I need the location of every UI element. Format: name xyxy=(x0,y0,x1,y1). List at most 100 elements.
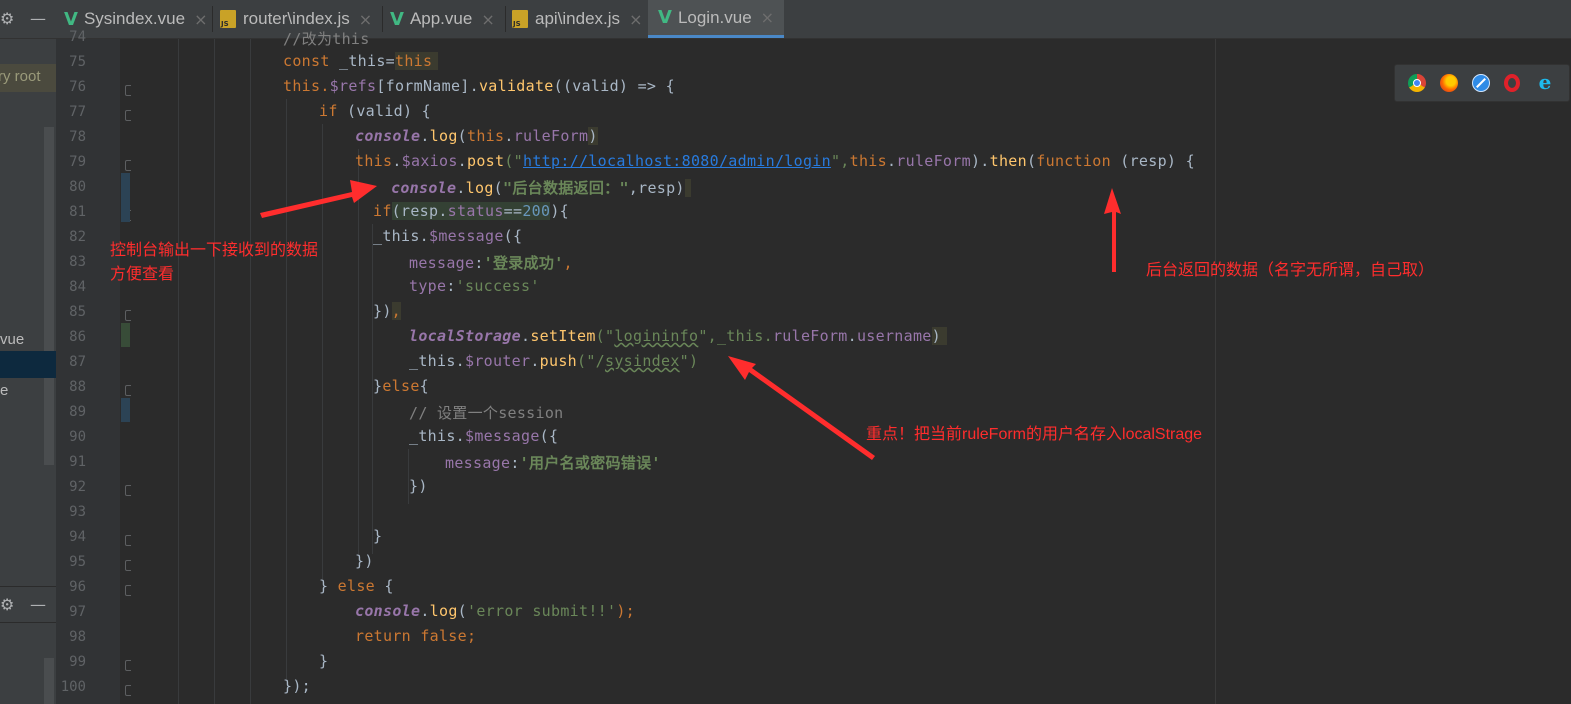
code-line-76: this.$refs[formName].validate((valid) =>… xyxy=(283,77,675,95)
code-line-79: this.$axios.post("http://localhost:8080/… xyxy=(355,152,1195,170)
code-line-98: return false; xyxy=(355,627,477,645)
code-line-80: console.log("后台数据返回：",resp) xyxy=(391,177,691,198)
line-number: 85 xyxy=(69,304,86,320)
firefox-icon[interactable] xyxy=(1440,74,1458,92)
code-line-81: if(resp.status==200){ xyxy=(373,202,570,220)
line-number: 97 xyxy=(69,604,86,620)
line-number: 90 xyxy=(69,429,86,445)
change-marker xyxy=(121,173,130,222)
scrollbar[interactable] xyxy=(44,658,54,704)
code-line-100: }); xyxy=(283,677,311,695)
code-line-97: console.log('error submit!!'); xyxy=(355,602,635,620)
editor-tab-bar: ⚙ — V Sysindex.vue × JS router\index.js … xyxy=(0,0,1571,39)
code-line-94: } xyxy=(373,527,383,545)
project-file-e[interactable]: e xyxy=(0,382,8,399)
line-number: 95 xyxy=(69,554,86,570)
code-line-89: // 设置一个session xyxy=(409,404,564,422)
line-number: 81 xyxy=(69,204,86,220)
line-number: 84 xyxy=(69,279,86,295)
code-line-88: }else{ xyxy=(373,377,430,395)
annotation-localstorage: 重点！把当前ruleForm的用户名存入localStrage xyxy=(866,426,1203,443)
code-line-86: localStorage.setItem("logininfo",_this.r… xyxy=(409,327,947,345)
line-number: 86 xyxy=(69,329,86,345)
code-line-91: message:'用户名或密码错误' xyxy=(445,454,661,472)
line-number: 98 xyxy=(69,629,86,645)
line-number: 96 xyxy=(69,579,86,595)
close-icon[interactable]: × xyxy=(629,10,642,29)
change-marker xyxy=(121,323,130,347)
tab-divider xyxy=(382,6,383,32)
tab-label: Sysindex.vue xyxy=(83,9,186,28)
tab-divider xyxy=(212,6,213,32)
project-root-label: ry root xyxy=(0,68,41,85)
project-panel: ry root vue e ⚙ — xyxy=(0,39,56,704)
line-number: 78 xyxy=(69,129,86,145)
line-number: 83 xyxy=(69,254,86,270)
chrome-icon[interactable] xyxy=(1408,74,1426,92)
tab-label: api\index.js xyxy=(535,9,621,28)
vue-file-icon: V xyxy=(390,8,404,30)
minimize-icon[interactable]: — xyxy=(30,595,46,614)
js-file-icon: JS xyxy=(512,10,528,28)
code-line-96: } else { xyxy=(319,577,394,595)
code-line-74: //改为this xyxy=(283,30,370,48)
vue-file-icon: V xyxy=(64,8,78,30)
code-line-83: message:'登录成功', xyxy=(409,254,573,272)
close-icon[interactable]: × xyxy=(481,10,494,29)
change-marker xyxy=(121,398,130,422)
minimize-icon[interactable]: — xyxy=(30,9,46,28)
line-number: 79 xyxy=(69,154,86,170)
close-icon[interactable]: × xyxy=(761,8,774,27)
line-number: 80 xyxy=(69,179,86,195)
line-number: 91 xyxy=(69,454,86,470)
annotation-console-output: 控制台输出一下接收到的数据 方便查看 xyxy=(110,242,319,283)
panel-divider xyxy=(0,586,56,587)
code-line-87: _this.$router.push("/sysindex") xyxy=(409,352,699,370)
line-number: 87 xyxy=(69,354,86,370)
code-line-82: _this.$message({ xyxy=(373,227,523,245)
right-margin-guide xyxy=(1215,39,1216,704)
code-line-75: const _this=this xyxy=(283,52,439,70)
line-number: 88 xyxy=(69,379,86,395)
vue-file-icon: V xyxy=(658,7,672,28)
js-file-icon: JS xyxy=(220,10,236,28)
line-number: 99 xyxy=(69,654,86,670)
tab-label: App.vue xyxy=(409,9,473,28)
code-editor[interactable] xyxy=(131,39,1571,704)
code-line-77: if (valid) { xyxy=(319,102,431,120)
line-number: 76 xyxy=(69,79,86,95)
code-line-90: _this.$message({ xyxy=(409,427,559,445)
browser-preview-bar: e xyxy=(1394,64,1570,102)
tab-login-vue[interactable]: V Login.vue × xyxy=(648,0,785,38)
code-line-99: } xyxy=(319,652,329,670)
project-file-vue[interactable]: vue xyxy=(0,331,24,348)
line-number: 75 xyxy=(69,54,86,70)
line-number: 77 xyxy=(69,104,86,120)
tab-api-index-js[interactable]: JS api\index.js × xyxy=(512,0,642,38)
line-number: 94 xyxy=(69,529,86,545)
line-number: 74 xyxy=(69,29,86,45)
safari-icon[interactable] xyxy=(1472,74,1490,92)
line-number: 100 xyxy=(60,679,86,695)
line-number: 92 xyxy=(69,479,86,495)
close-icon[interactable]: × xyxy=(359,10,372,29)
gear-icon[interactable]: ⚙ xyxy=(0,595,14,614)
annotation-resp-data: 后台返回的数据（名字无所谓，自己取） xyxy=(1146,262,1435,279)
tab-label: Login.vue xyxy=(677,7,752,27)
code-line-92: }) xyxy=(409,477,428,495)
line-number: 89 xyxy=(69,404,86,420)
line-number: 93 xyxy=(69,504,86,520)
ie-icon[interactable]: e xyxy=(1536,72,1554,92)
line-number: 82 xyxy=(69,229,86,245)
panel-divider xyxy=(0,622,56,623)
gear-icon[interactable]: ⚙ xyxy=(0,9,14,28)
code-line-85: }), xyxy=(373,302,402,320)
opera-icon[interactable] xyxy=(1504,74,1520,92)
code-line-78: console.log(this.ruleForm) xyxy=(355,127,598,145)
close-icon[interactable]: × xyxy=(194,10,207,29)
selected-file-row[interactable] xyxy=(0,351,56,378)
scrollbar[interactable] xyxy=(44,127,54,465)
tab-label: router\index.js xyxy=(243,9,350,28)
tab-app-vue[interactable]: V App.vue × xyxy=(390,0,495,38)
tab-divider xyxy=(505,6,506,32)
